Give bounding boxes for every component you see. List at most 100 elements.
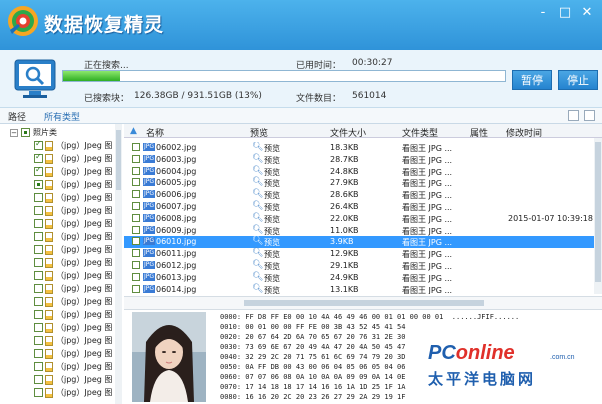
pause-button[interactable]: 暂停 xyxy=(512,70,552,90)
minimize-button[interactable]: - xyxy=(532,4,554,22)
tree-item[interactable]: （jpg）Jpeg 图 xyxy=(0,360,121,373)
row-checkbox[interactable] xyxy=(132,154,140,163)
stop-button[interactable]: 停止 xyxy=(558,70,598,90)
tree-scrollbar[interactable] xyxy=(115,124,122,404)
row-checkbox[interactable] xyxy=(132,225,140,234)
tree-item-checkbox[interactable] xyxy=(34,152,43,163)
collapse-icon[interactable]: − xyxy=(10,128,18,137)
tree-item[interactable]: （jpg）Jpeg 图 xyxy=(0,295,121,308)
table-row[interactable]: JPG 06005.jpg 🔍︎ 预览 27.9KB 看图王 JPG ... xyxy=(124,177,594,189)
tree-item-checkbox[interactable] xyxy=(34,232,43,241)
col-attr[interactable]: 属性 xyxy=(470,126,488,139)
col-name[interactable]: 名称 xyxy=(146,126,164,139)
table-row[interactable]: JPG 06013.jpg 🔍︎ 预览 24.9KB 看图王 JPG ... xyxy=(124,272,594,284)
tree-item-checkbox[interactable] xyxy=(34,349,43,358)
table-row[interactable]: JPG 06004.jpg 🔍︎ 预览 24.8KB 看图王 JPG ... xyxy=(124,166,594,178)
tree-item[interactable]: （jpg）Jpeg 图 xyxy=(0,165,121,178)
detail-view-icon[interactable] xyxy=(584,110,595,121)
tree-item-checkbox[interactable] xyxy=(34,219,43,228)
table-row[interactable]: JPG 06002.jpg 🔍︎ 预览 18.3KB 看图王 JPG ... xyxy=(124,142,594,154)
tree-item-checkbox[interactable] xyxy=(34,193,43,202)
table-row[interactable]: JPG 06014.jpg 🔍︎ 预览 13.1KB 看图王 JPG ... xyxy=(124,284,594,294)
tree-item[interactable]: （jpg）Jpeg 图 xyxy=(0,230,121,243)
search-icon[interactable]: 🔍︎ xyxy=(252,201,263,211)
row-checkbox[interactable] xyxy=(132,143,140,151)
table-row[interactable]: JPG 06006.jpg 🔍︎ 预览 28.6KB 看图王 JPG ... xyxy=(124,189,594,201)
tree-item[interactable]: （jpg）Jpeg 图 xyxy=(0,373,121,386)
tree-item-checkbox[interactable] xyxy=(34,310,43,319)
table-row[interactable]: JPG 06011.jpg 🔍︎ 预览 12.9KB 看图王 JPG ... xyxy=(124,248,594,260)
file-table-scrollbar[interactable] xyxy=(594,138,602,294)
tree-item[interactable]: （jpg）Jpeg 图 xyxy=(0,321,121,334)
tree-item-checkbox[interactable] xyxy=(34,297,43,306)
tree-item-checkbox[interactable] xyxy=(34,362,43,371)
tree-item[interactable]: （jpg）Jpeg 图 xyxy=(0,308,121,321)
cell-preview[interactable]: 预览 xyxy=(264,167,280,178)
row-checkbox[interactable] xyxy=(132,178,140,187)
tree-item[interactable]: （jpg）Jpeg 图 xyxy=(0,386,121,399)
restore-button[interactable]: □ xyxy=(554,4,576,22)
file-table-hscrollbar[interactable] xyxy=(124,296,602,310)
table-row[interactable]: JPG 06010.jpg 🔍︎ 预览 3.9KB 看图王 JPG ... xyxy=(124,236,594,249)
search-icon[interactable]: 🔍︎ xyxy=(252,189,263,199)
col-modified[interactable]: 修改时间 xyxy=(506,126,542,139)
cell-preview[interactable]: 预览 xyxy=(264,261,280,272)
row-checkbox[interactable] xyxy=(132,190,140,199)
cell-preview[interactable]: 预览 xyxy=(264,237,280,248)
tab-all-types[interactable]: 所有类型 xyxy=(44,110,80,123)
close-button[interactable]: ✕ xyxy=(576,4,598,22)
cell-preview[interactable]: 预览 xyxy=(264,285,280,294)
tab-path[interactable]: 路径 xyxy=(8,110,26,123)
tree-item[interactable]: （jpg）Jpeg 图 xyxy=(0,152,121,165)
tree-item-checkbox[interactable] xyxy=(34,271,43,280)
row-checkbox[interactable] xyxy=(132,237,140,246)
cell-preview[interactable]: 预览 xyxy=(264,226,280,237)
search-icon[interactable]: 🔍︎ xyxy=(252,236,263,246)
table-row[interactable]: JPG 06009.jpg 🔍︎ 预览 11.0KB 看图王 JPG ... xyxy=(124,225,594,237)
table-row[interactable]: JPG 06012.jpg 🔍︎ 预览 29.1KB 看图王 JPG ... xyxy=(124,260,594,272)
cell-preview[interactable]: 预览 xyxy=(264,178,280,189)
tree-item[interactable]: （jpg）Jpeg 图 xyxy=(0,282,121,295)
tree-item-checkbox[interactable] xyxy=(34,165,43,176)
row-checkbox[interactable] xyxy=(132,249,140,258)
tree-item-checkbox[interactable] xyxy=(34,323,43,332)
search-icon[interactable]: 🔍︎ xyxy=(252,177,263,187)
list-view-icon[interactable] xyxy=(568,110,579,121)
search-icon[interactable]: 🔍︎ xyxy=(252,166,263,176)
tree-item-checkbox[interactable] xyxy=(34,336,43,345)
cell-preview[interactable]: 预览 xyxy=(264,190,280,201)
search-icon[interactable]: 🔍︎ xyxy=(252,142,263,152)
tree-item[interactable]: （jpg）Jpeg 图 xyxy=(0,334,121,347)
search-icon[interactable]: 🔍︎ xyxy=(252,225,263,235)
tree-item-checkbox[interactable] xyxy=(34,375,43,384)
tree-item-checkbox[interactable] xyxy=(34,245,43,254)
search-icon[interactable]: 🔍︎ xyxy=(252,272,263,282)
sort-up-icon[interactable]: ▲ xyxy=(130,126,137,136)
table-row[interactable]: JPG 06003.jpg 🔍︎ 预览 28.7KB 看图王 JPG ... xyxy=(124,154,594,166)
tree-item-checkbox[interactable] xyxy=(34,139,43,150)
row-checkbox[interactable] xyxy=(132,166,140,175)
tree-item[interactable]: （jpg）Jpeg 图 xyxy=(0,204,121,217)
tree-item-checkbox[interactable] xyxy=(34,388,43,397)
tree-item-checkbox[interactable] xyxy=(34,284,43,293)
table-row[interactable]: JPG 06007.jpg 🔍︎ 预览 26.4KB 看图王 JPG ... xyxy=(124,201,594,213)
col-preview[interactable]: 预览 xyxy=(250,126,268,139)
tree-item[interactable]: （jpg）Jpeg 图 xyxy=(0,243,121,256)
tree-root-checkbox[interactable] xyxy=(21,128,30,137)
row-checkbox[interactable] xyxy=(132,202,140,210)
tree-item[interactable]: （jpg）Jpeg 图 xyxy=(0,217,121,230)
cell-preview[interactable]: 预览 xyxy=(264,273,280,284)
cell-preview[interactable]: 预览 xyxy=(264,202,280,213)
search-icon[interactable]: 🔍︎ xyxy=(252,260,263,270)
search-icon[interactable]: 🔍︎ xyxy=(252,248,263,258)
cell-preview[interactable]: 预览 xyxy=(264,143,280,154)
tree-item-checkbox[interactable] xyxy=(34,180,43,189)
cell-preview[interactable]: 预览 xyxy=(264,214,280,225)
table-row[interactable]: JPG 06008.jpg 🔍︎ 预览 22.0KB 看图王 JPG ... 2015-01… xyxy=(124,213,594,225)
tree-root[interactable]: − 照片类 xyxy=(0,126,121,139)
tree-item[interactable]: （jpg）Jpeg 图 xyxy=(0,178,121,191)
col-type[interactable]: 文件类型 xyxy=(402,126,438,139)
tree-item[interactable]: （jpg）Jpeg 图 xyxy=(0,269,121,282)
tree-item[interactable]: （jpg）Jpeg 图 xyxy=(0,347,121,360)
search-icon[interactable]: 🔍︎ xyxy=(252,154,263,164)
